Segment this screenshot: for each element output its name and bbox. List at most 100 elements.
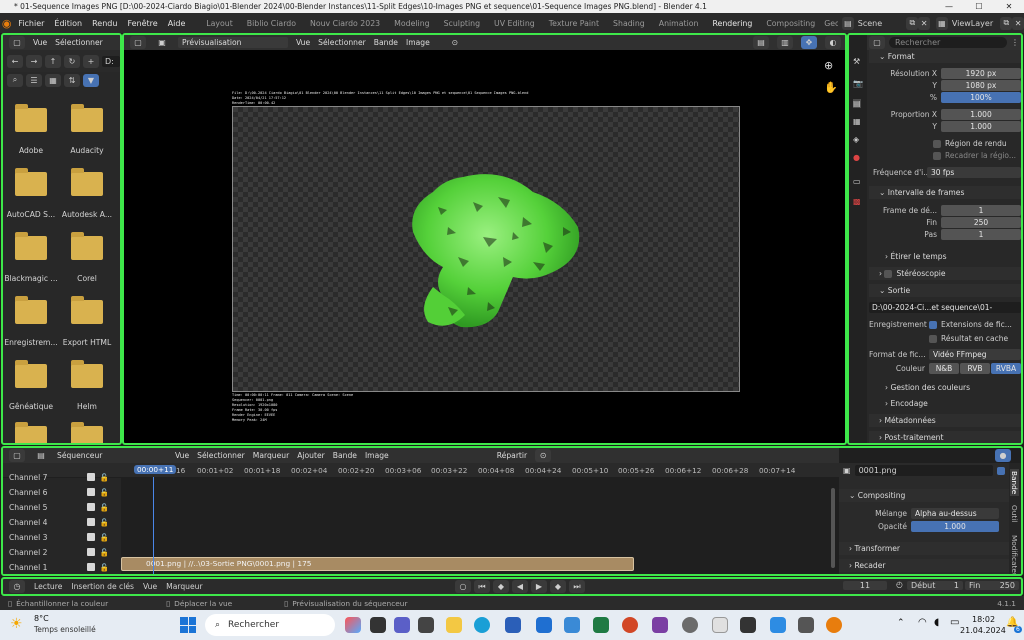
opacity-field[interactable]: 1.000 (911, 521, 999, 532)
jump-start-icon[interactable]: ⏮ (474, 580, 490, 593)
render-preview-image[interactable] (232, 106, 740, 392)
folder-item[interactable]: Audacity (59, 104, 115, 155)
lock-icon[interactable]: 🔓 (100, 548, 109, 557)
tool-tab-icon[interactable]: ⚒ (853, 57, 860, 66)
weather-sun-icon[interactable]: ☀ (10, 616, 23, 632)
next-key-icon[interactable]: ◆ (550, 580, 566, 593)
snap-icon[interactable]: ⊙ (535, 449, 552, 462)
color-mgmt-header[interactable]: › Gestion des couleurs (869, 381, 1021, 394)
scene-tab-icon[interactable]: ◈ (853, 135, 859, 144)
channel-row[interactable]: Channel 2 🔓 (9, 545, 109, 559)
lock-icon[interactable]: 🔓 (100, 533, 109, 542)
zoom-icon[interactable]: ⊕ (824, 59, 833, 72)
play-icon[interactable]: ▶ (531, 580, 547, 593)
viewlayer-tab-icon[interactable]: ▦ (853, 117, 861, 126)
lock-icon[interactable]: 🔓 (100, 518, 109, 527)
mute-checkbox[interactable] (86, 488, 95, 496)
aspect-y-field[interactable]: 1.000 (941, 121, 1021, 132)
preview-menu-select[interactable]: Sélectionner (318, 38, 366, 47)
render-region-row[interactable]: Région de rendu (869, 138, 1021, 149)
mute-checkbox[interactable] (86, 518, 95, 526)
workspace-tab-geo[interactable]: Geo (822, 19, 838, 28)
forward-arrow-icon[interactable]: → (26, 54, 42, 68)
colorful-app-icon[interactable] (345, 617, 361, 633)
texture-tab-icon[interactable]: ▩ (853, 197, 861, 206)
folder-item[interactable] (59, 422, 115, 443)
properties-search-input[interactable]: Rechercher (889, 37, 1007, 48)
volume-icon[interactable]: ◖ (934, 617, 939, 628)
seq-menu-strip[interactable]: Bande (333, 451, 357, 460)
mail-icon[interactable] (536, 617, 552, 633)
weather-temp[interactable]: 8°C (34, 614, 49, 623)
clock-icon[interactable]: ◷ (9, 580, 25, 593)
onenote-icon[interactable] (652, 617, 668, 633)
workspace-tab-layout[interactable]: Layout (199, 19, 240, 28)
color-mode-rgb[interactable]: RVB (960, 363, 990, 374)
folder-item[interactable]: Gênéatique (3, 360, 59, 411)
terminal-icon[interactable] (740, 617, 756, 633)
delete-viewlayer-icon[interactable]: ✕ (1012, 16, 1024, 30)
editor-type-icon[interactable]: ▢ (869, 36, 885, 49)
start-windows-icon[interactable] (180, 617, 196, 633)
workspace-tab-sculpting[interactable]: Sculpting (437, 19, 487, 28)
list-view-icon[interactable]: ☰ (26, 73, 42, 87)
maximize-button[interactable]: ☐ (964, 2, 994, 11)
preview-mode-icon[interactable]: ▣ (154, 36, 170, 49)
end-frame-field[interactable]: Fin 250 (965, 581, 1019, 590)
clock-date[interactable]: 21.04.2024 (960, 626, 1006, 635)
audio-app-icon[interactable] (712, 617, 728, 633)
folder-item[interactable]: Autodesk A... (59, 168, 115, 219)
file-format-select[interactable]: Vidéo FFmpeg (929, 349, 1021, 360)
channels-icon[interactable]: ▥ (777, 36, 793, 49)
scene-icon[interactable]: ▤ (841, 16, 854, 30)
res-x-field[interactable]: 1920 px (941, 68, 1021, 79)
menu-edition[interactable]: Édition (49, 19, 87, 28)
frame-range-header[interactable]: ⌄ Intervalle de frames (869, 186, 1021, 199)
cache-checkbox[interactable] (929, 334, 937, 343)
timeline-menu-playback[interactable]: Lecture (34, 582, 62, 591)
fps-select[interactable]: 30 fps (927, 167, 1021, 178)
clock-time[interactable]: 18:02 (972, 615, 995, 624)
res-y-field[interactable]: 1080 px (941, 80, 1021, 91)
output-path-field[interactable]: D:\00-2024-Ci...et sequence\01- (869, 302, 1021, 313)
seq-menu-add[interactable]: Ajouter (297, 451, 325, 460)
word-icon[interactable] (505, 617, 521, 633)
postprocess-header[interactable]: › Post-traitement (869, 431, 1021, 443)
file-menu-select[interactable]: Sélectionner (55, 38, 103, 47)
photos-icon[interactable] (564, 617, 580, 633)
seq-menu-select[interactable]: Sélectionner (197, 451, 245, 460)
timeline-menu-view[interactable]: Vue (143, 582, 157, 591)
tab-tool[interactable]: Outil (1010, 505, 1019, 522)
folder-item[interactable]: AutoCAD S... (3, 168, 59, 219)
pivot-icon[interactable]: ⊙ (452, 38, 458, 47)
menu-fichier[interactable]: Fichier (13, 19, 49, 28)
collection-tab-icon[interactable]: ▭ (853, 177, 861, 186)
jump-end-icon[interactable]: ⏭ (569, 580, 585, 593)
filter-icon[interactable]: ▼ (83, 73, 99, 87)
battery-icon[interactable]: ▭ (950, 617, 959, 628)
folder-item[interactable]: Helm (59, 360, 115, 411)
channel-row[interactable]: Channel 5 🔓 (9, 500, 109, 514)
workspace-tab-rendering[interactable]: Rendering (705, 19, 759, 28)
record-icon[interactable]: ○ (455, 580, 471, 593)
workspace-tab-compositing[interactable]: Compositing (759, 19, 822, 28)
task-view-icon[interactable] (370, 617, 386, 633)
workspace-tab-uv[interactable]: UV Editing (487, 19, 542, 28)
tab-strip[interactable]: Bande (1010, 469, 1019, 497)
strip-name-field[interactable]: 0001.png (854, 465, 993, 476)
editor-type-icon[interactable]: ▢ (9, 36, 25, 49)
transform-header[interactable]: › Transformer (839, 542, 1009, 555)
weather-desc[interactable]: Temps ensoleillé (34, 625, 96, 634)
time-stretch-header[interactable]: › Étirer le temps (869, 250, 1021, 263)
image-strip[interactable]: 0001.png | //..\03-Sortie PNG\0001.png |… (121, 557, 634, 571)
file-ext-checkbox[interactable] (929, 320, 937, 329)
color-mode-rgba[interactable]: RVBA (991, 363, 1021, 374)
lock-icon[interactable]: 🔓 (100, 563, 109, 572)
menu-rendu[interactable]: Rendu (87, 19, 122, 28)
viewlayer-icon[interactable]: ▦ (936, 16, 948, 30)
gizmo-icon[interactable]: ✥ (801, 36, 817, 49)
channel-row[interactable]: Channel 4 🔓 (9, 515, 109, 529)
folder-item[interactable]: Enregistrem... (3, 296, 59, 347)
settings-gear-icon[interactable] (682, 617, 698, 633)
taskbar-search[interactable]: ⌕ Rechercher (205, 614, 335, 636)
